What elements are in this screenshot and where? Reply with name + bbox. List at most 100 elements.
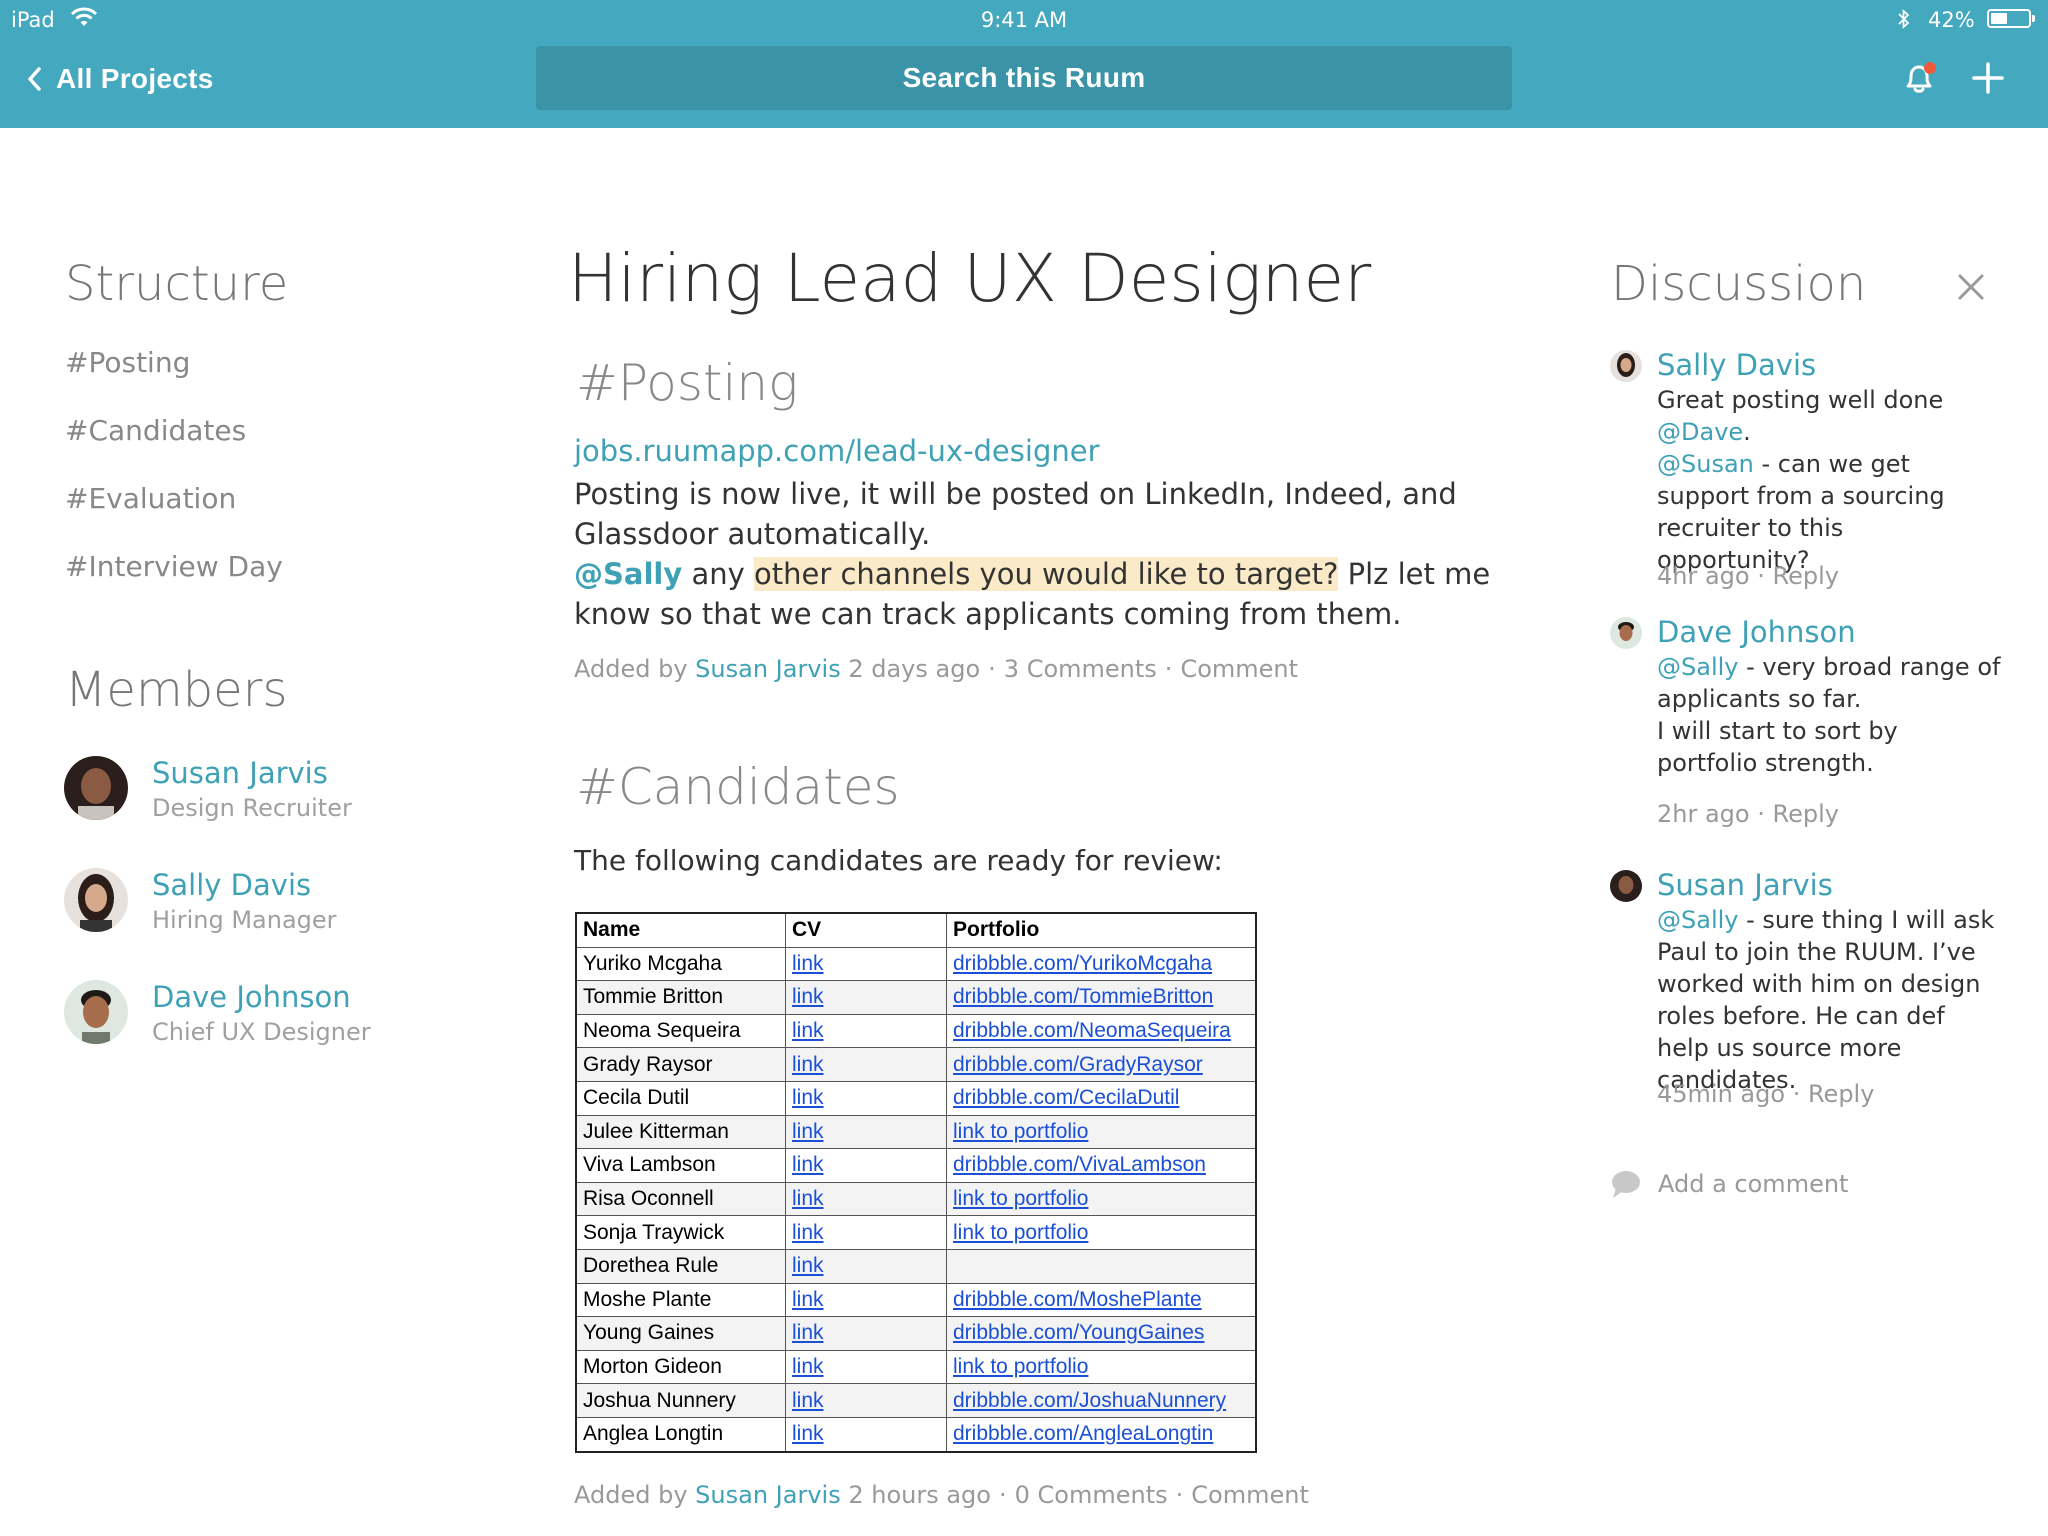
comment-text: - sure thing I will ask Paul to join the… bbox=[1657, 906, 1995, 1094]
portfolio-link[interactable]: link to portfolio bbox=[953, 1187, 1088, 1210]
cell-portfolio: dribbble.com/JoshuaNunnery bbox=[946, 1383, 1257, 1418]
meta-time: 2 hours ago bbox=[848, 1481, 991, 1509]
posting-body: Posting is now live, it will be posted o… bbox=[574, 474, 1494, 634]
portfolio-link[interactable]: dribbble.com/YurikoMcgaha bbox=[953, 952, 1212, 975]
portfolio-link[interactable]: dribbble.com/YoungGaines bbox=[953, 1321, 1204, 1344]
cv-link[interactable]: link bbox=[792, 1120, 824, 1143]
reply-link[interactable]: Reply bbox=[1808, 1080, 1874, 1108]
cv-link[interactable]: link bbox=[792, 1019, 824, 1042]
portfolio-link[interactable]: dribbble.com/TommieBritton bbox=[953, 985, 1213, 1008]
cv-link[interactable]: link bbox=[792, 1288, 824, 1311]
column-header: Name bbox=[575, 912, 786, 948]
cv-link[interactable]: link bbox=[792, 952, 824, 975]
portfolio-link[interactable]: dribbble.com/CecilaDutil bbox=[953, 1086, 1179, 1109]
comment-link[interactable]: Comment bbox=[1191, 1481, 1309, 1509]
avatar bbox=[64, 756, 128, 820]
posting-text: any bbox=[682, 557, 754, 591]
table-row: Moshe Plante link dribbble.com/MoshePlante bbox=[575, 1282, 1257, 1318]
comment-author[interactable]: Sally Davis bbox=[1657, 348, 1816, 382]
cell-portfolio: dribbble.com/NeomaSequeira bbox=[946, 1013, 1257, 1049]
meta-author-link[interactable]: Susan Jarvis bbox=[695, 655, 841, 683]
status-time: 9:41 AM bbox=[980, 8, 1068, 32]
cell-cv: link bbox=[785, 1080, 947, 1116]
avatar bbox=[64, 868, 128, 932]
search-bar[interactable]: Search this Ruum bbox=[536, 46, 1512, 110]
comments-count-link[interactable]: 0 Comments bbox=[1015, 1481, 1168, 1509]
reply-link[interactable]: Reply bbox=[1773, 562, 1839, 590]
cv-link[interactable]: link bbox=[792, 1153, 824, 1176]
close-icon[interactable] bbox=[1956, 272, 1986, 306]
meta-author-link[interactable]: Susan Jarvis bbox=[695, 1481, 841, 1509]
table-row: Tommie Britton link dribbble.com/TommieBri… bbox=[575, 980, 1257, 1015]
comment-footer: 2hr ago · Reply bbox=[1657, 800, 1839, 828]
portfolio-link[interactable]: link to portfolio bbox=[953, 1120, 1088, 1143]
member-item[interactable]: Sally Davis Hiring Manager bbox=[64, 868, 484, 938]
cv-link[interactable]: link bbox=[792, 1422, 824, 1445]
back-label: All Projects bbox=[56, 63, 214, 94]
battery-icon bbox=[1987, 9, 2035, 28]
cell-portfolio: link to portfolio bbox=[946, 1181, 1257, 1217]
member-item[interactable]: Dave Johnson Chief UX Designer bbox=[64, 980, 484, 1050]
portfolio-link[interactable]: dribbble.com/AngleaLongtin bbox=[953, 1422, 1213, 1445]
portfolio-link[interactable]: dribbble.com/NeomaSequeira bbox=[953, 1019, 1231, 1042]
portfolio-link[interactable]: dribbble.com/GradyRaysor bbox=[953, 1053, 1203, 1076]
mention-link[interactable]: @Susan bbox=[1657, 450, 1754, 478]
mention-link[interactable]: @Dave bbox=[1657, 418, 1743, 446]
cell-portfolio: dribbble.com/CecilaDutil bbox=[946, 1080, 1257, 1116]
candidates-table: Name CV Portfolio Yuriko Mcgaha link dribb… bbox=[575, 912, 1257, 1453]
back-button[interactable]: All Projects bbox=[26, 58, 214, 100]
posting-link[interactable]: jobs.ruumapp.com/lead-ux-designer bbox=[574, 434, 1100, 468]
cv-link[interactable]: link bbox=[792, 1187, 824, 1210]
cv-link[interactable]: link bbox=[792, 1389, 824, 1412]
avatar bbox=[1610, 350, 1642, 382]
cell-portfolio bbox=[946, 1248, 1257, 1284]
comments-count-link[interactable]: 3 Comments bbox=[1004, 655, 1157, 683]
meta-label: Added by bbox=[574, 1481, 688, 1509]
cv-link[interactable]: link bbox=[792, 1053, 824, 1076]
candidates-heading: #Candidates bbox=[576, 758, 900, 816]
cv-link[interactable]: link bbox=[792, 1254, 824, 1277]
comment-body: @Sally - very broad range of applicants … bbox=[1657, 651, 2002, 779]
portfolio-link[interactable]: dribbble.com/MoshePlante bbox=[953, 1288, 1202, 1311]
reply-link[interactable]: Reply bbox=[1773, 800, 1839, 828]
cv-link[interactable]: link bbox=[792, 985, 824, 1008]
comment-body: Great posting well done @Dave. @Susan - … bbox=[1657, 384, 2002, 576]
table-row: Neoma Sequeira link dribbble.com/NeomaSequ… bbox=[575, 1013, 1257, 1049]
table-row: Anglea Longtin link dribbble.com/AngleaLon… bbox=[575, 1416, 1257, 1453]
portfolio-link[interactable]: dribbble.com/JoshuaNunnery bbox=[953, 1389, 1226, 1412]
member-item[interactable]: Susan Jarvis Design Recruiter bbox=[64, 756, 484, 826]
column-header: CV bbox=[785, 912, 947, 948]
cell-cv: link bbox=[785, 1181, 947, 1217]
comment-body: @Sally - sure thing I will ask Paul to j… bbox=[1657, 904, 2002, 1096]
mention-link[interactable]: @Sally bbox=[1657, 906, 1738, 934]
cv-link[interactable]: link bbox=[792, 1221, 824, 1244]
add-comment-button[interactable]: Add a comment bbox=[1610, 1164, 1848, 1204]
comment-link[interactable]: Comment bbox=[1180, 655, 1298, 683]
structure-item-candidates[interactable]: #Candidates bbox=[65, 414, 246, 447]
comment-text: . bbox=[1743, 418, 1751, 446]
bell-icon[interactable] bbox=[1900, 58, 1940, 102]
structure-item-evaluation[interactable]: #Evaluation bbox=[65, 482, 236, 515]
cell-name: Young Gaines bbox=[575, 1316, 786, 1351]
cell-portfolio: dribbble.com/GradyRaysor bbox=[946, 1047, 1257, 1082]
avatar bbox=[64, 980, 128, 1044]
cell-cv: link bbox=[785, 1282, 947, 1318]
portfolio-link[interactable]: dribbble.com/VivaLambson bbox=[953, 1153, 1206, 1176]
mention-link[interactable]: @Sally bbox=[574, 557, 682, 591]
cell-cv: link bbox=[785, 1248, 947, 1284]
cv-link[interactable]: link bbox=[792, 1355, 824, 1378]
plus-icon[interactable] bbox=[1970, 60, 2006, 100]
structure-item-interview-day[interactable]: #Interview Day bbox=[65, 550, 283, 583]
cv-link[interactable]: link bbox=[792, 1086, 824, 1109]
mention-link[interactable]: @Sally bbox=[1657, 653, 1738, 681]
table-row: Sonja Traywick link link to portfolio bbox=[575, 1215, 1257, 1250]
cv-link[interactable]: link bbox=[792, 1321, 824, 1344]
structure-item-posting[interactable]: #Posting bbox=[65, 346, 190, 379]
comment-footer: 4hr ago · Reply bbox=[1657, 562, 1839, 590]
portfolio-link[interactable]: link to portfolio bbox=[953, 1221, 1088, 1244]
comment-author[interactable]: Susan Jarvis bbox=[1657, 868, 1833, 902]
member-name: Susan Jarvis bbox=[152, 756, 328, 790]
portfolio-link[interactable]: link to portfolio bbox=[953, 1355, 1088, 1378]
comment-time: 4hr ago bbox=[1657, 562, 1750, 590]
comment-author[interactable]: Dave Johnson bbox=[1657, 615, 1856, 649]
